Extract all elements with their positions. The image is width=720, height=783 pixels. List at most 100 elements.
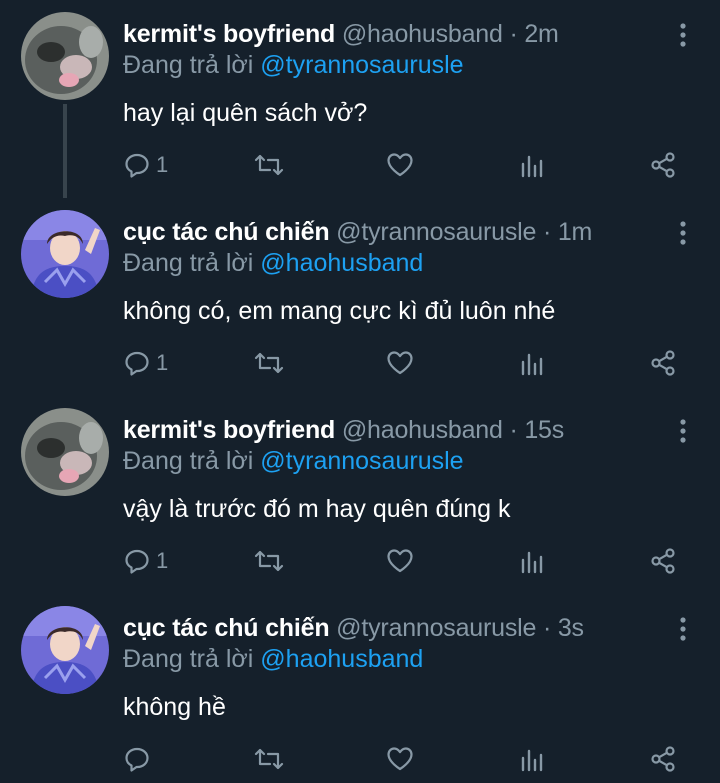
analytics-button[interactable]	[519, 148, 545, 182]
reply-icon	[125, 747, 149, 772]
reply-count: 1	[156, 152, 169, 177]
timestamp[interactable]: 3s	[558, 614, 584, 642]
share-icon	[651, 548, 675, 574]
reply-icon	[125, 153, 149, 178]
more-vertical-icon	[680, 23, 686, 47]
user-handle[interactable]: @tyrannosaurusle	[336, 218, 536, 246]
tweet-header: cục tác chú chiến @tyrannosaurusle · 1m	[123, 215, 592, 249]
reply-icon	[125, 351, 149, 376]
reply-button[interactable]: 1	[124, 544, 168, 578]
reply-button[interactable]	[124, 742, 156, 776]
analytics-button[interactable]	[519, 544, 545, 578]
reply-count: 1	[156, 548, 169, 573]
display-name[interactable]: kermit's boyfriend	[123, 416, 335, 444]
person-avatar-icon	[21, 606, 109, 694]
share-icon	[651, 350, 675, 376]
retweet-icon	[254, 154, 284, 176]
retweet-button[interactable]	[254, 544, 284, 578]
display-name[interactable]: cục tác chú chiến	[123, 218, 330, 246]
tweet-header: cục tác chú chiến @tyrannosaurusle · 3s	[123, 611, 584, 645]
tweet-text: vậy là trước đó m hay quên đúng k	[123, 495, 511, 523]
like-button[interactable]	[386, 742, 414, 776]
analytics-icon	[521, 551, 543, 574]
separator: ·	[509, 416, 518, 444]
heart-icon	[387, 153, 413, 177]
like-button[interactable]	[386, 148, 414, 182]
analytics-icon	[521, 155, 543, 178]
tweet-header: kermit's boyfriend @haohusband · 15s	[123, 413, 564, 447]
cat-avatar-icon	[21, 408, 109, 496]
timestamp[interactable]: 15s	[524, 416, 564, 444]
tweet[interactable]: cục tác chú chiến @tyrannosaurusle · 1m …	[0, 198, 720, 396]
display-name[interactable]: kermit's boyfriend	[123, 20, 335, 48]
reply-prefix: Đang trả lời	[123, 249, 254, 277]
cat-avatar-icon	[21, 12, 109, 100]
timestamp[interactable]: 2m	[524, 20, 559, 48]
action-bar: 1	[0, 544, 720, 578]
action-bar	[0, 742, 720, 776]
tweet-text: hay lại quên sách vở?	[123, 99, 368, 127]
retweet-button[interactable]	[254, 742, 284, 776]
mention-link[interactable]: @tyrannosaurusle	[260, 51, 463, 79]
tweet-text: không có, em mang cực kì đủ luôn nhé	[123, 297, 556, 325]
timestamp[interactable]: 1m	[558, 218, 593, 246]
user-handle[interactable]: @haohusband	[342, 416, 503, 444]
share-button[interactable]	[649, 742, 677, 776]
retweet-button[interactable]	[254, 346, 284, 380]
analytics-button[interactable]	[519, 346, 545, 380]
tweet-header: kermit's boyfriend @haohusband · 2m	[123, 17, 559, 51]
action-bar: 1	[0, 148, 720, 182]
replying-to: Đang trả lời @haohusband	[123, 642, 423, 676]
heart-icon	[387, 549, 413, 573]
more-vertical-icon	[680, 617, 686, 641]
heart-icon	[387, 351, 413, 375]
heart-icon	[387, 747, 413, 771]
mention-link[interactable]: @haohusband	[260, 645, 423, 673]
tweet-text: không hề	[123, 693, 226, 721]
share-icon	[651, 152, 675, 178]
share-button[interactable]	[649, 346, 677, 380]
display-name[interactable]: cục tác chú chiến	[123, 614, 330, 642]
separator: ·	[509, 20, 518, 48]
share-icon	[651, 746, 675, 772]
avatar[interactable]	[21, 12, 109, 100]
like-button[interactable]	[386, 346, 414, 380]
retweet-icon	[254, 550, 284, 572]
user-handle[interactable]: @tyrannosaurusle	[336, 614, 536, 642]
avatar[interactable]	[21, 606, 109, 694]
tweet[interactable]: kermit's boyfriend @haohusband · 15s Đan…	[0, 396, 720, 594]
avatar[interactable]	[21, 408, 109, 496]
share-button[interactable]	[649, 544, 677, 578]
analytics-icon	[521, 353, 543, 376]
analytics-button[interactable]	[519, 742, 545, 776]
replying-to: Đang trả lời @tyrannosaurusle	[123, 48, 464, 82]
more-button[interactable]	[671, 614, 695, 644]
retweet-icon	[254, 352, 284, 374]
tweet[interactable]: kermit's boyfriend @haohusband · 2m Đang…	[0, 0, 720, 198]
analytics-icon	[521, 749, 543, 772]
user-handle[interactable]: @haohusband	[342, 20, 503, 48]
person-avatar-icon	[21, 210, 109, 298]
retweet-icon	[254, 748, 284, 770]
reply-icon	[125, 549, 149, 574]
like-button[interactable]	[386, 544, 414, 578]
more-button[interactable]	[671, 20, 695, 50]
share-button[interactable]	[649, 148, 677, 182]
more-vertical-icon	[680, 221, 686, 245]
reply-prefix: Đang trả lời	[123, 51, 254, 79]
replying-to: Đang trả lời @haohusband	[123, 246, 423, 280]
more-button[interactable]	[671, 218, 695, 248]
tweet-thread: kermit's boyfriend @haohusband · 2m Đang…	[0, 0, 720, 783]
more-vertical-icon	[680, 419, 686, 443]
avatar[interactable]	[21, 210, 109, 298]
mention-link[interactable]: @haohusband	[260, 249, 423, 277]
reply-button[interactable]: 1	[124, 346, 168, 380]
more-button[interactable]	[671, 416, 695, 446]
reply-count: 1	[156, 350, 169, 375]
mention-link[interactable]: @tyrannosaurusle	[260, 447, 463, 475]
reply-prefix: Đang trả lời	[123, 447, 254, 475]
retweet-button[interactable]	[254, 148, 284, 182]
tweet[interactable]: cục tác chú chiến @tyrannosaurusle · 3s …	[0, 594, 720, 783]
reply-button[interactable]: 1	[124, 148, 168, 182]
reply-prefix: Đang trả lời	[123, 645, 254, 673]
